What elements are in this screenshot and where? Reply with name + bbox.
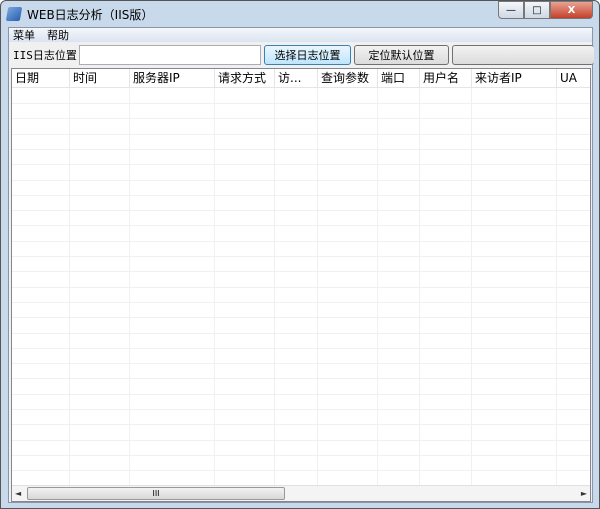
column-header[interactable]: 用户名 (420, 69, 472, 88)
toolbar: IIS日志位置: 选择日志位置 定位默认位置 (9, 44, 594, 66)
log-table[interactable]: 日期 时间 服务器IP 请求方式 访... 查询参数 端口 用户名 来访者IP UA ◄ III … (11, 68, 591, 502)
grid-line (12, 286, 590, 288)
column-header[interactable]: 端口 (378, 69, 420, 88)
extra-button[interactable] (452, 45, 594, 65)
column-header[interactable]: 来访者IP (472, 69, 557, 88)
horizontal-scrollbar[interactable]: ◄ III ► (12, 485, 590, 501)
grid-line (12, 470, 590, 472)
close-button[interactable]: X (550, 1, 593, 19)
grid-line (12, 194, 590, 196)
app-icon (5, 7, 23, 21)
scroll-right-icon[interactable]: ► (581, 489, 587, 498)
scroll-thumb[interactable]: III (27, 487, 285, 500)
grid-line (12, 301, 590, 303)
grid-line (12, 409, 590, 410)
app-window: WEB日志分析（IIS版） — □ X 菜单 帮助 IIS日志位置: 选择日志位… (0, 0, 600, 509)
grid-line (12, 332, 590, 334)
column-header[interactable]: 服务器IP (130, 69, 215, 88)
column-header[interactable]: UA (557, 69, 590, 88)
path-label: IIS日志位置: (13, 49, 84, 62)
grid-line (12, 317, 590, 319)
grid-line (12, 363, 590, 365)
title-bar: WEB日志分析（IIS版） (5, 4, 154, 24)
select-log-location-button[interactable]: 选择日志位置 (264, 45, 351, 65)
maximize-button[interactable]: □ (524, 1, 550, 19)
menu-bar: 菜单 帮助 (9, 28, 592, 42)
grid-line (12, 393, 590, 395)
grid-line (12, 225, 590, 227)
menu-help[interactable]: 帮助 (47, 27, 69, 43)
table-grid (12, 88, 590, 488)
log-path-input[interactable] (79, 45, 261, 65)
grid-line (12, 454, 590, 456)
grid-line (12, 424, 590, 426)
grid-line (12, 133, 590, 135)
grid-line (12, 148, 590, 150)
grid-line (12, 439, 590, 441)
grid-line (12, 347, 590, 349)
scroll-left-icon[interactable]: ◄ (15, 489, 21, 498)
locate-default-button[interactable]: 定位默认位置 (354, 45, 449, 65)
grid-line (12, 210, 590, 212)
grid-line (12, 378, 590, 380)
column-header[interactable]: 时间 (70, 69, 130, 88)
table-header: 日期 时间 服务器IP 请求方式 访... 查询参数 端口 用户名 来访者IP UA (12, 69, 590, 88)
grid-line (12, 240, 590, 242)
grid-line (12, 179, 590, 181)
grid-line (12, 256, 590, 257)
grid-line (12, 271, 590, 273)
column-header[interactable]: 查询参数 (318, 69, 378, 88)
client-area: 菜单 帮助 IIS日志位置: 选择日志位置 定位默认位置 日期 时间 服务器IP 请求… (8, 27, 594, 503)
grid-line (12, 118, 590, 120)
menu-main[interactable]: 菜单 (13, 27, 35, 43)
column-header[interactable]: 请求方式 (215, 69, 275, 88)
grid-line (12, 164, 590, 166)
window-title: WEB日志分析（IIS版） (27, 7, 154, 22)
column-header[interactable]: 日期 (12, 69, 70, 88)
minimize-button[interactable]: — (498, 1, 524, 19)
column-header[interactable]: 访... (275, 69, 318, 88)
grid-line (12, 103, 590, 104)
